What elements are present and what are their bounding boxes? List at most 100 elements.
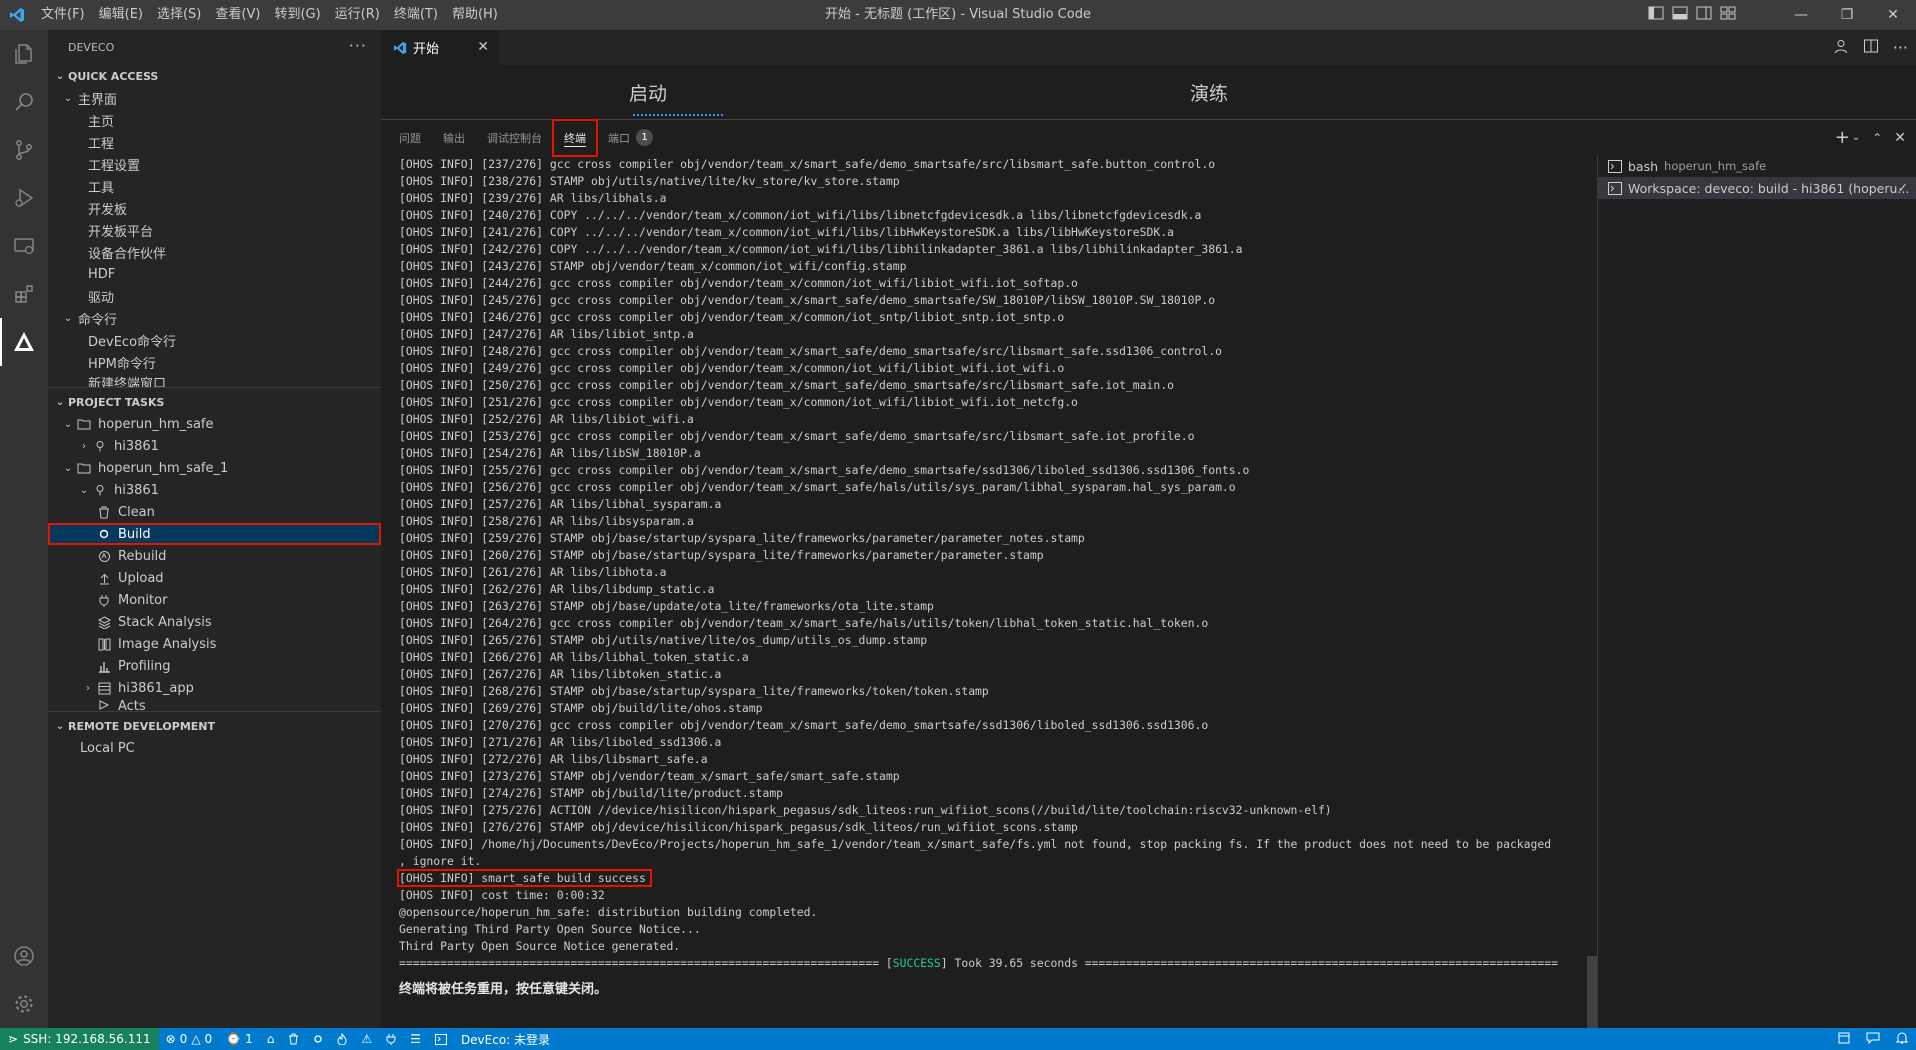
task-clean[interactable]: Clean xyxy=(48,501,381,523)
more-actions-icon[interactable]: ··· xyxy=(1893,38,1908,57)
terminal-icon[interactable] xyxy=(428,1028,454,1050)
remote-indicator[interactable]: ⋗ SSH: 192.168.56.111 xyxy=(0,1028,159,1050)
tree-group-cli[interactable]: ⌄ 命令行 xyxy=(48,307,381,329)
list-item-label: Local PC xyxy=(80,740,135,756)
tab-problems[interactable]: 问题 xyxy=(399,120,421,155)
project-tasks-header[interactable]: ⌄ PROJECT TASKS xyxy=(48,391,381,413)
new-terminal-icon[interactable]: + xyxy=(1835,127,1850,148)
manage-gear-icon[interactable] xyxy=(0,980,48,1028)
build-circle-icon[interactable] xyxy=(306,1028,330,1050)
close-icon[interactable]: ✕ xyxy=(477,39,489,55)
layout-icon[interactable] xyxy=(1838,1032,1850,1047)
quick-item-home[interactable]: 主页 xyxy=(48,109,381,131)
terminal-scrollbar[interactable] xyxy=(1587,956,1597,1029)
menu-terminal[interactable]: 终端(T) xyxy=(387,0,445,30)
ports-status[interactable]: ⌚ 1 xyxy=(219,1028,260,1050)
terminal-name: bash xyxy=(1628,158,1659,174)
deveco-icon[interactable] xyxy=(0,318,48,366)
app-hi3861-app[interactable]: › hi3861_app xyxy=(48,677,381,699)
bottom-panel: 问题 输出 调试控制台 终端 端口 1 + ⌄ ⌃ ✕ [OHOS INFO] [… xyxy=(381,118,1916,1029)
tree-group-main[interactable]: ⌄ 主界面 xyxy=(48,87,381,109)
tab-label: 输出 xyxy=(443,131,465,145)
chevron-down-icon: ⌄ xyxy=(63,462,73,474)
remote-explorer-icon[interactable] xyxy=(0,222,48,270)
tab-debug-console[interactable]: 调试控制台 xyxy=(487,120,542,155)
board-hi3861[interactable]: › hi3861 xyxy=(48,435,381,457)
flame-icon[interactable] xyxy=(330,1028,354,1050)
tab-terminal[interactable]: 终端 xyxy=(552,118,598,157)
task-acts[interactable]: Acts xyxy=(48,699,381,711)
minimize-icon[interactable]: — xyxy=(1778,0,1824,30)
quick-item-new-terminal[interactable]: 新建终端窗口 xyxy=(48,373,381,387)
task-label: Monitor xyxy=(118,592,168,608)
close-window-icon[interactable]: ✕ xyxy=(1870,0,1916,30)
toggle-panel-icon[interactable] xyxy=(1672,6,1688,24)
tab-label: 开始 xyxy=(413,42,440,57)
warning-triangle-icon[interactable]: ⚠ xyxy=(354,1028,379,1050)
maximize-panel-icon[interactable]: ⌃ xyxy=(1872,131,1882,145)
board-label: hi3861 xyxy=(114,438,159,454)
quick-item-device-partners[interactable]: 设备合作伙伴 xyxy=(48,241,381,263)
deveco-login-status[interactable]: DevEco: 未登录 xyxy=(454,1028,557,1050)
extensions-icon[interactable] xyxy=(0,270,48,318)
board-hi3861-expanded[interactable]: ⌄ hi3861 xyxy=(48,479,381,501)
menu-run[interactable]: 运行(R) xyxy=(328,0,387,30)
remote-development-header[interactable]: ⌄ REMOTE DEVELOPMENT xyxy=(48,715,381,737)
project-hoperun-hm-safe[interactable]: ⌄ hoperun_hm_safe xyxy=(48,413,381,435)
tab-welcome[interactable]: 开始 ✕ xyxy=(381,30,499,65)
list-icon[interactable]: ☰ xyxy=(403,1028,428,1050)
quick-item-deveco-cli[interactable]: DevEco命令行 xyxy=(48,329,381,351)
accounts-icon[interactable] xyxy=(0,932,48,980)
task-upload[interactable]: Upload xyxy=(48,567,381,589)
quick-item-board-platform[interactable]: 开发板平台 xyxy=(48,219,381,241)
terminal-item-bash[interactable]: bash hoperun_hm_safe xyxy=(1598,155,1916,177)
menu-selection[interactable]: 选择(S) xyxy=(150,0,208,30)
search-icon[interactable] xyxy=(0,78,48,126)
task-monitor[interactable]: Monitor xyxy=(48,589,381,611)
menu-go[interactable]: 转到(G) xyxy=(267,0,327,30)
notifications-bell-icon[interactable] xyxy=(1895,1031,1909,1047)
quick-item-tools[interactable]: 工具 xyxy=(48,175,381,197)
task-rebuild[interactable]: Rebuild xyxy=(48,545,381,567)
toggle-secondary-sidebar-icon[interactable] xyxy=(1696,6,1712,24)
split-editor-icon[interactable] xyxy=(1863,38,1879,58)
restore-icon[interactable]: ❐ xyxy=(1824,0,1870,30)
customize-layout-icon[interactable] xyxy=(1720,6,1736,24)
menu-file[interactable]: 文件(F) xyxy=(34,0,92,30)
plug-icon[interactable] xyxy=(379,1028,403,1050)
task-stack-analysis[interactable]: Stack Analysis xyxy=(48,611,381,633)
chevron-down-icon[interactable]: ⌄ xyxy=(1852,132,1860,143)
list-item-label: 驱动 xyxy=(88,290,115,306)
project-hoperun-hm-safe-1[interactable]: ⌄ hoperun_hm_safe_1 xyxy=(48,457,381,479)
remote-local-pc[interactable]: Local PC xyxy=(48,737,381,759)
more-actions-icon[interactable]: ··· xyxy=(349,36,367,55)
account-outline-icon[interactable] xyxy=(1833,38,1849,58)
close-panel-icon[interactable]: ✕ xyxy=(1894,130,1906,146)
toggle-sidebar-icon[interactable] xyxy=(1648,6,1664,24)
quick-item-project-settings[interactable]: 工程设置 xyxy=(48,153,381,175)
quick-item-drivers[interactable]: 驱动 xyxy=(48,285,381,307)
task-profiling[interactable]: Profiling xyxy=(48,655,381,677)
task-image-analysis[interactable]: Image Analysis xyxy=(48,633,381,655)
broadcast-icon: ⌚ xyxy=(226,1032,242,1046)
trash-icon[interactable] xyxy=(281,1028,306,1050)
menu-edit[interactable]: 编辑(E) xyxy=(92,0,150,30)
feedback-icon[interactable] xyxy=(1866,1032,1880,1047)
source-control-icon[interactable] xyxy=(0,126,48,174)
project-label: hoperun_hm_safe xyxy=(98,416,214,432)
menu-view[interactable]: 查看(V) xyxy=(208,0,267,30)
tab-ports[interactable]: 端口 1 xyxy=(608,120,653,155)
home-icon[interactable]: ⌂ xyxy=(260,1028,282,1050)
quick-item-boards[interactable]: 开发板 xyxy=(48,197,381,219)
terminal-item-task[interactable]: Workspace: deveco: build - hi3861 (hoper… xyxy=(1598,177,1916,199)
run-debug-icon[interactable] xyxy=(0,174,48,222)
quick-item-project[interactable]: 工程 xyxy=(48,131,381,153)
tab-output[interactable]: 输出 xyxy=(443,120,465,155)
task-build[interactable]: Build xyxy=(48,523,381,545)
menu-help[interactable]: 帮助(H) xyxy=(445,0,505,30)
problems-status[interactable]: ⊗ 0 △ 0 xyxy=(159,1028,220,1050)
quick-item-hdf[interactable]: HDF xyxy=(48,263,381,285)
quick-item-hpm-cli[interactable]: HPM命令行 xyxy=(48,351,381,373)
quick-access-header[interactable]: ⌄ QUICK ACCESS xyxy=(48,65,381,87)
explorer-icon[interactable] xyxy=(0,30,48,78)
